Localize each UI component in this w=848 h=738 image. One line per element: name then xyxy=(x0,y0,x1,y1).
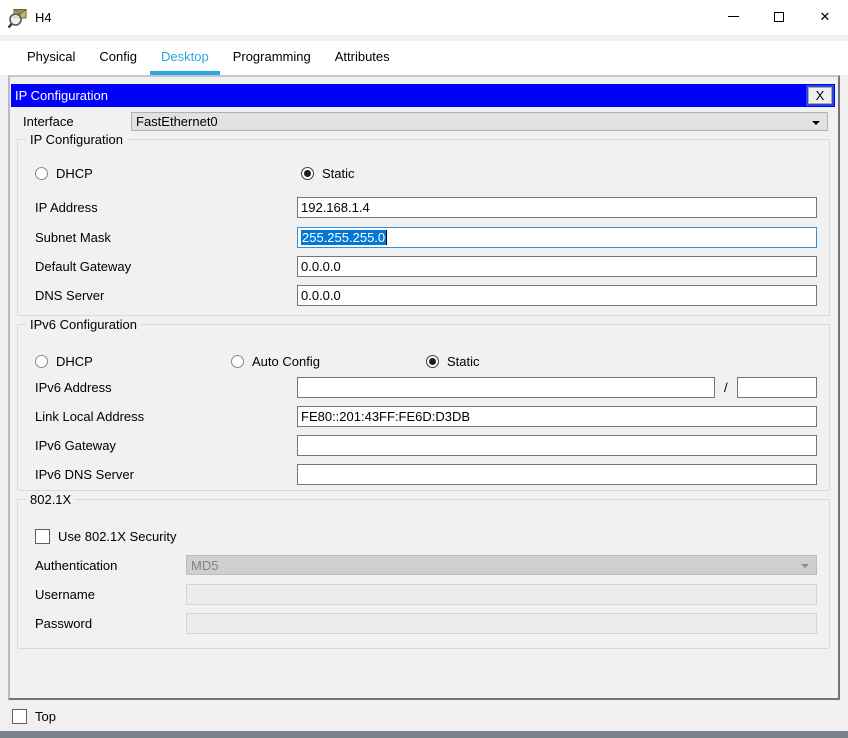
ipv6-static-radio[interactable]: Static xyxy=(426,354,480,369)
password-label: Password xyxy=(35,615,93,631)
username-row: Username xyxy=(35,583,817,605)
link-local-input[interactable] xyxy=(297,406,817,427)
ipv6-address-row: IPv6 Address / xyxy=(35,377,817,398)
dns-server-row: DNS Server xyxy=(35,285,817,306)
window-controls: ✕ xyxy=(710,0,848,33)
tab-physical[interactable]: Physical xyxy=(16,41,86,75)
ip-address-label: IP Address xyxy=(35,200,98,215)
close-button[interactable]: ✕ xyxy=(802,0,848,33)
tab-bar: Physical Config Desktop Programming Attr… xyxy=(0,41,848,75)
interface-dropdown[interactable]: FastEthernet0 xyxy=(131,112,828,131)
ipv6-prefix-separator: / xyxy=(724,380,728,395)
dropdown-arrow-icon xyxy=(801,564,809,568)
ipv6-autoconfig-radio-label: Auto Config xyxy=(252,353,320,369)
use-security-label: Use 802.1X Security xyxy=(58,529,177,544)
use-security-checkbox[interactable] xyxy=(35,529,50,544)
dropdown-arrow-icon xyxy=(812,121,820,125)
ipv6-configuration-group: IPv6 Configuration DHCP Auto Config Stat… xyxy=(17,317,830,491)
top-checkbox[interactable] xyxy=(12,708,27,724)
default-gateway-row: Default Gateway xyxy=(35,256,817,277)
dialog-close-button[interactable]: X xyxy=(806,85,834,106)
authentication-dropdown: MD5 xyxy=(186,555,817,575)
static-radio[interactable]: Static xyxy=(301,166,355,181)
window-title: H4 xyxy=(35,10,52,25)
ip-configuration-group-label: IP Configuration xyxy=(26,132,127,147)
dns-server-label: DNS Server xyxy=(35,288,105,303)
subnet-mask-selected-text: 255.255.255.0 xyxy=(301,230,387,245)
dialog-header[interactable]: IP Configuration X xyxy=(11,84,835,107)
username-input xyxy=(186,583,817,605)
dhcp-radio-label: DHCP xyxy=(56,165,93,181)
ipv6-dns-label: IPv6 DNS Server xyxy=(35,467,134,482)
password-input xyxy=(186,612,817,634)
text-caret xyxy=(386,230,388,245)
default-gateway-label: Default Gateway xyxy=(35,259,132,274)
authentication-label: Authentication xyxy=(35,557,118,573)
password-row: Password xyxy=(35,612,817,634)
top-checkbox-label: Top xyxy=(35,708,56,724)
ip-mode-radios: DHCP Static xyxy=(35,165,817,181)
ipv6-dns-row: IPv6 DNS Server xyxy=(35,464,817,485)
static-radio-circle[interactable] xyxy=(301,166,314,180)
top-checkbox-row[interactable]: Top xyxy=(12,707,56,725)
close-icon: ✕ xyxy=(819,9,831,24)
ipv6-configuration-group-label: IPv6 Configuration xyxy=(26,317,141,332)
window-titlebar: H4 ✕ xyxy=(0,0,848,35)
ipv6-dhcp-radio[interactable]: DHCP xyxy=(35,354,231,369)
tab-desktop[interactable]: Desktop xyxy=(150,41,220,75)
app-icon xyxy=(7,8,28,28)
ipv6-dhcp-radio-label: DHCP xyxy=(56,353,93,369)
ipv6-autoconfig-radio-circle[interactable] xyxy=(231,354,244,368)
ip-address-input[interactable] xyxy=(297,197,817,218)
link-local-label: Link Local Address xyxy=(35,409,145,424)
maximize-button[interactable] xyxy=(756,0,802,33)
ip-configuration-dialog: IP Configuration X Interface FastEtherne… xyxy=(8,75,840,700)
ipv6-dhcp-radio-circle[interactable] xyxy=(35,354,48,368)
subnet-mask-row: Subnet Mask 255.255.255.0 xyxy=(35,227,817,248)
interface-row: Interface FastEthernet0 xyxy=(23,112,828,131)
ipv6-static-radio-circle[interactable] xyxy=(426,354,439,368)
tab-config[interactable]: Config xyxy=(88,41,148,75)
link-local-row: Link Local Address xyxy=(35,406,817,427)
dot1x-group-label: 802.1X xyxy=(26,492,76,507)
ip-configuration-group: IP Configuration DHCP Static IP Address … xyxy=(17,132,830,316)
use-security-row: Use 802.1X Security xyxy=(35,528,817,545)
username-label: Username xyxy=(35,586,95,602)
ipv6-static-radio-label: Static xyxy=(447,353,480,369)
authentication-dropdown-value: MD5 xyxy=(191,557,219,573)
tab-attributes[interactable]: Attributes xyxy=(324,41,401,75)
authentication-row: Authentication MD5 xyxy=(35,555,817,575)
ipv6-gateway-label: IPv6 Gateway xyxy=(35,438,116,453)
maximize-icon xyxy=(774,11,784,22)
dns-server-input[interactable] xyxy=(297,285,817,306)
ipv6-prefix-input[interactable] xyxy=(736,377,817,398)
ipv6-address-label: IPv6 Address xyxy=(35,380,112,395)
interface-label: Interface xyxy=(23,114,74,129)
minimize-button[interactable] xyxy=(710,0,756,33)
window-bottom-edge xyxy=(0,731,848,738)
default-gateway-input[interactable] xyxy=(297,256,817,277)
ipv6-dns-input[interactable] xyxy=(297,464,817,485)
ipv6-autoconfig-radio[interactable]: Auto Config xyxy=(231,354,426,369)
ipv6-address-input[interactable] xyxy=(297,377,715,398)
dhcp-radio[interactable]: DHCP xyxy=(35,166,301,181)
subnet-mask-input[interactable]: 255.255.255.0 xyxy=(297,227,817,248)
subnet-mask-label: Subnet Mask xyxy=(35,230,111,245)
ipv6-gateway-input[interactable] xyxy=(297,435,817,456)
dot1x-group: 802.1X Use 802.1X Security Authenticatio… xyxy=(17,492,830,649)
ipv6-mode-radios: DHCP Auto Config Static xyxy=(35,353,817,369)
ip-address-row: IP Address xyxy=(35,197,817,218)
minimize-icon xyxy=(727,16,739,17)
static-radio-label: Static xyxy=(322,165,355,181)
dhcp-radio-circle[interactable] xyxy=(35,166,48,180)
dialog-title: IP Configuration xyxy=(15,88,108,103)
interface-dropdown-value: FastEthernet0 xyxy=(136,114,218,129)
ipv6-gateway-row: IPv6 Gateway xyxy=(35,435,817,456)
tab-programming[interactable]: Programming xyxy=(222,41,322,75)
